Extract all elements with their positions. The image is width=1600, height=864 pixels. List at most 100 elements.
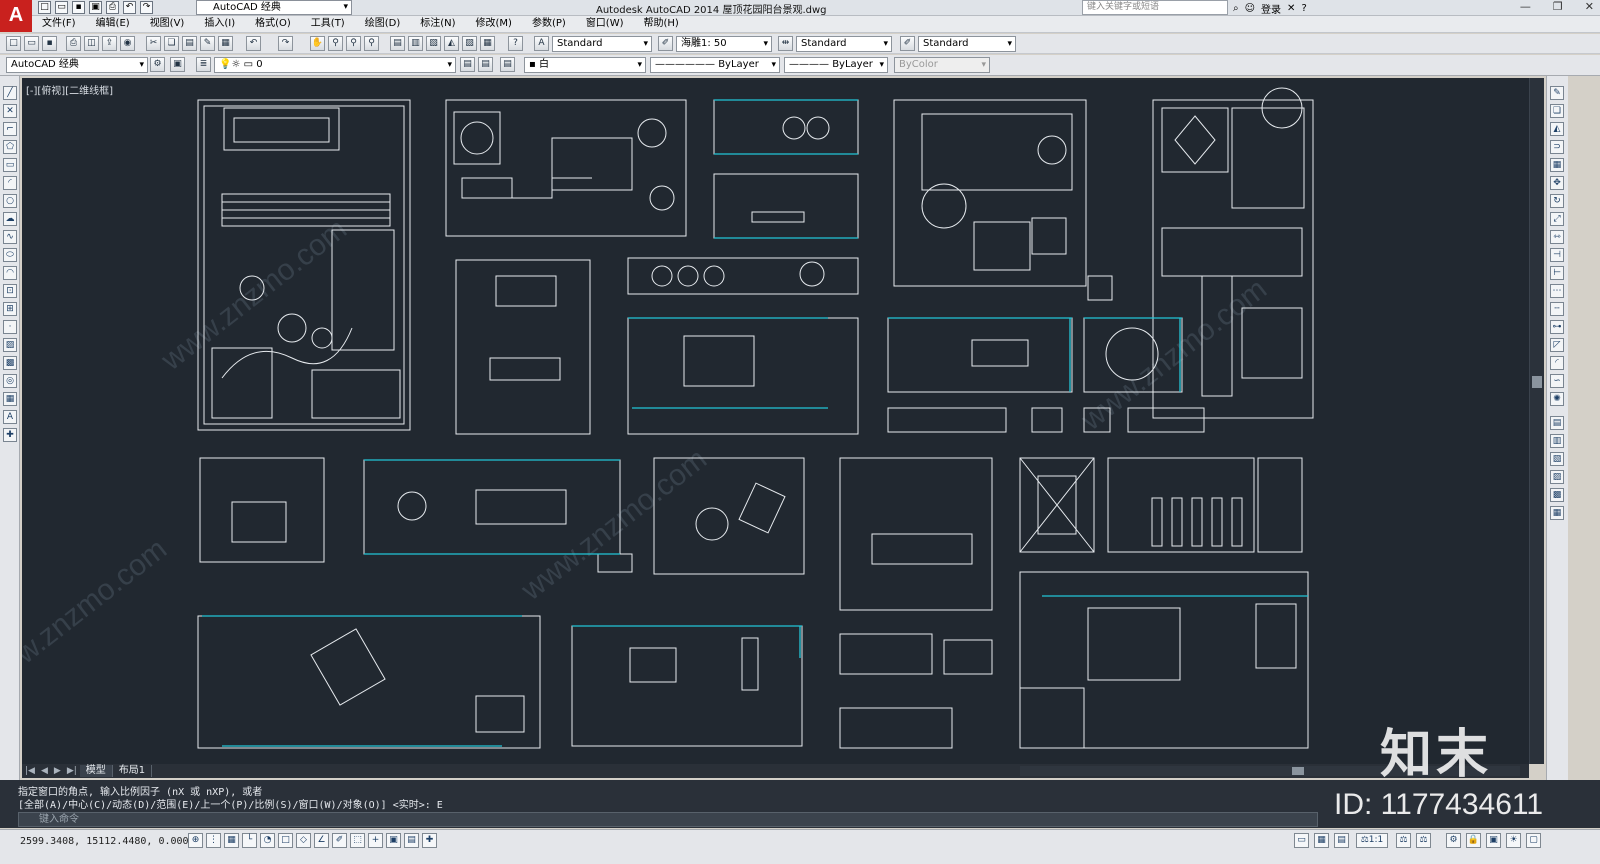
add-selected-icon[interactable]: ✚ [3, 428, 17, 442]
table-style-select[interactable]: Standard [918, 36, 1016, 52]
properties-icon[interactable]: ▤ [390, 36, 405, 51]
grid-display-icon[interactable]: ▦ [224, 833, 239, 848]
help-icon[interactable]: ? [508, 36, 523, 51]
line-icon[interactable]: ╱ [3, 86, 17, 100]
layer-previous-icon[interactable]: ▤ [478, 57, 493, 72]
tool-palettes-icon[interactable]: ▧ [426, 36, 441, 51]
break-icon[interactable]: ╌ [1550, 302, 1564, 316]
blend-curves-icon[interactable]: ∽ [1550, 374, 1564, 388]
lineweight-icon[interactable]: + [368, 833, 383, 848]
menu-format[interactable]: 格式(O) [245, 16, 301, 32]
calculator-icon[interactable]: ▦ [480, 36, 495, 51]
pan-icon[interactable]: ✋ [310, 36, 325, 51]
annotation-scale-select[interactable]: 海雕1: 50 [676, 36, 772, 52]
menu-insert[interactable]: 插入(I) [194, 16, 245, 32]
spline-icon[interactable]: ∿ [3, 230, 17, 244]
stretch-icon[interactable]: ⇿ [1550, 230, 1564, 244]
menu-window[interactable]: 窗口(W) [576, 16, 634, 32]
new-file-icon[interactable]: □ [38, 1, 51, 14]
workspace-settings-icon[interactable]: ⚙ [150, 57, 165, 72]
search-input[interactable]: 键入关键字或短语 [1082, 0, 1228, 15]
ellipse-icon[interactable]: ⬭ [3, 248, 17, 262]
copy-icon[interactable]: ❏ [164, 36, 179, 51]
workspace-select[interactable]: AutoCAD 经典 [196, 0, 352, 15]
scale-icon[interactable]: ⤢ [1550, 212, 1564, 226]
table-icon[interactable]: ▦ [3, 392, 17, 406]
undo-icon[interactable]: ↶ [123, 1, 136, 14]
polar-tracking-icon[interactable]: ◔ [260, 833, 275, 848]
sheet-set-icon[interactable]: ◭ [444, 36, 459, 51]
point-icon[interactable]: · [3, 320, 17, 334]
join-icon[interactable]: ⊶ [1550, 320, 1564, 334]
binoculars-icon[interactable]: ⌕ [1233, 3, 1239, 14]
design-center-icon[interactable]: ▥ [408, 36, 423, 51]
draw-order-icon[interactable]: ▤ [1550, 416, 1564, 430]
make-block-icon[interactable]: ⊞ [3, 302, 17, 316]
save-icon[interactable]: ▪ [72, 1, 85, 14]
new-icon[interactable]: □ [6, 36, 21, 51]
break-point-icon[interactable]: ⋯ [1550, 284, 1564, 298]
workspace-save-icon[interactable]: ▣ [170, 57, 185, 72]
revcloud-icon[interactable]: ☁ [3, 212, 17, 226]
menu-parametric[interactable]: 参数(P) [522, 16, 576, 32]
annotation-scale-status[interactable]: ⚖1:1 [1356, 833, 1388, 848]
plot-preview-icon[interactable]: ◫ [84, 36, 99, 51]
match-properties-icon[interactable]: ✎ [200, 36, 215, 51]
markup-icon[interactable]: ▨ [462, 36, 477, 51]
ortho-mode-icon[interactable]: └ [242, 833, 257, 848]
selection-cycling-icon[interactable]: ✚ [422, 833, 437, 848]
copy-object-icon[interactable]: ❏ [1550, 104, 1564, 118]
infer-constraints-icon[interactable]: ⊕ [188, 833, 203, 848]
print-icon[interactable]: ⎙ [106, 1, 119, 14]
layer-state-icon[interactable]: ▤ [500, 57, 515, 72]
chamfer-icon[interactable]: ◸ [1550, 338, 1564, 352]
arc-icon[interactable]: ◜ [3, 176, 17, 190]
menu-dimension[interactable]: 标注(N) [410, 16, 465, 32]
quick-view-drawings-icon[interactable]: ▤ [1334, 833, 1349, 848]
extend-icon[interactable]: ⊢ [1550, 266, 1564, 280]
lock-icon[interactable]: 🔒 [1466, 833, 1481, 848]
table-style-icon[interactable]: ✐ [900, 36, 915, 51]
scroll-thumb[interactable] [1532, 376, 1542, 388]
restore-button[interactable]: ❐ [1553, 0, 1563, 13]
tab-nav-first-icon[interactable]: |◀ [22, 766, 38, 776]
polyline-icon[interactable]: ⌐ [3, 122, 17, 136]
layer-manager-icon[interactable]: ≣ [196, 57, 211, 72]
insert-block-icon[interactable]: ⊡ [3, 284, 17, 298]
quick-properties-icon[interactable]: ▤ [404, 833, 419, 848]
menu-tools[interactable]: 工具(T) [301, 16, 355, 32]
text-style-select[interactable]: Standard [552, 36, 652, 52]
menu-modify[interactable]: 修改(M) [466, 16, 522, 32]
vertical-scrollbar[interactable] [1529, 78, 1544, 764]
app-logo[interactable]: A [0, 0, 32, 32]
model-space-icon[interactable]: ▭ [1294, 833, 1309, 848]
open-file-icon[interactable]: ▭ [55, 1, 68, 14]
plot-icon[interactable]: ⎙ [66, 36, 81, 51]
tab-nav-prev-icon[interactable]: ◀ [38, 766, 51, 776]
trim-icon[interactable]: ⊣ [1550, 248, 1564, 262]
object-snap-tracking-icon[interactable]: ∠ [314, 833, 329, 848]
undo-icon[interactable]: ↶ [246, 36, 261, 51]
rectangle-icon[interactable]: ▭ [3, 158, 17, 172]
save-as-icon[interactable]: ▣ [89, 1, 102, 14]
circle-icon[interactable]: ○ [3, 194, 17, 208]
layer-select[interactable]: 💡☼ ▭ 0 [214, 57, 456, 73]
bring-above-icon[interactable]: ▨ [1550, 470, 1564, 484]
close-button[interactable]: ✕ [1585, 0, 1594, 13]
workspace-combo[interactable]: AutoCAD 经典 [6, 57, 148, 73]
dynamic-input-icon[interactable]: ⬚ [350, 833, 365, 848]
lineweight-select[interactable]: ———— ByLayer [784, 57, 888, 73]
exchange-icon[interactable]: ✕ [1287, 3, 1295, 14]
mirror-icon[interactable]: ◭ [1550, 122, 1564, 136]
color-select[interactable]: ▪ 白 [524, 57, 646, 73]
array-icon[interactable]: ▦ [1550, 158, 1564, 172]
menu-draw[interactable]: 绘图(D) [355, 16, 411, 32]
menu-view[interactable]: 视图(V) [140, 16, 195, 32]
redo-icon[interactable]: ↷ [140, 1, 153, 14]
bring-front-icon[interactable]: ▥ [1550, 434, 1564, 448]
scroll-thumb[interactable] [1292, 767, 1304, 775]
menu-edit[interactable]: 编辑(E) [86, 16, 140, 32]
dim-style-select[interactable]: Standard [796, 36, 892, 52]
menu-file[interactable]: 文件(F) [32, 16, 86, 32]
text-front-icon[interactable]: ▦ [1550, 506, 1564, 520]
